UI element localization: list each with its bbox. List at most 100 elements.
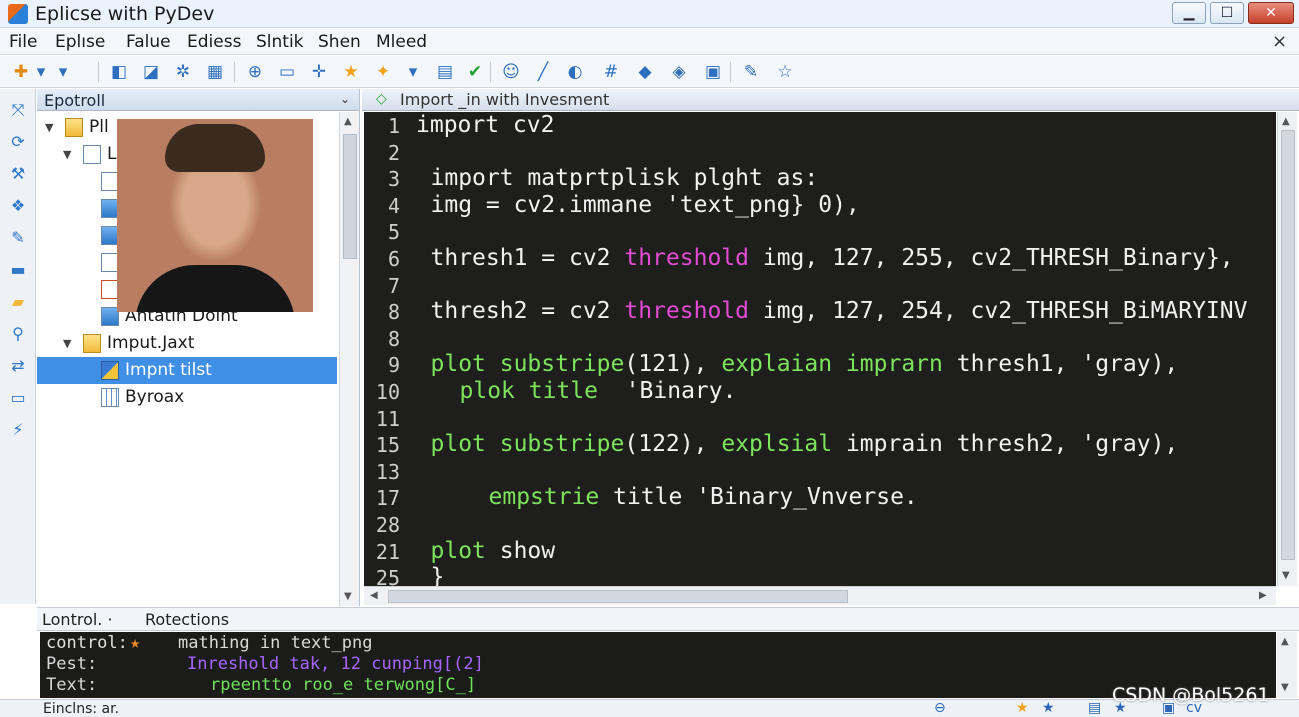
code-line[interactable]: } <box>431 564 445 586</box>
code-editor[interactable]: 1 2 3 4 5 6 7 8 8 9 10 11 15 13 17 28 21 25 import cv2 imp… <box>364 112 1276 586</box>
editor-vscroll-thumb[interactable] <box>1281 130 1295 560</box>
folder-icon <box>83 334 101 353</box>
folder-icon[interactable]: ▰ <box>7 291 29 313</box>
scroll-right-icon[interactable]: ▶ <box>1259 590 1267 601</box>
monitor-icon[interactable]: ▬ <box>7 259 29 281</box>
table-icon[interactable]: ▦ <box>204 61 226 83</box>
code-line[interactable]: thresh1 = cv2 threshold img, 127, 255, c… <box>431 245 1234 271</box>
console-text: Inreshold tak, 12 cunping[(2] <box>187 654 484 674</box>
tree-item-label: Pll <box>89 117 109 137</box>
code-line[interactable]: plot substripe(122), explsial imprain th… <box>431 431 1179 457</box>
menu-file[interactable]: File <box>9 32 37 52</box>
tab-rotections[interactable]: Rotections <box>145 610 229 629</box>
menu-mleed[interactable]: Mleed <box>376 32 427 52</box>
document-icon[interactable]: ▤ <box>1088 700 1101 716</box>
module-icon[interactable]: ◧ <box>108 61 130 83</box>
box-icon[interactable]: ◈ <box>668 61 690 83</box>
star-outline-icon[interactable]: ☆ <box>774 61 796 83</box>
minimize-button[interactable]: ▁ <box>1172 2 1206 24</box>
chevron-down-icon[interactable]: ▾ <box>402 61 424 83</box>
scroll-down-icon[interactable]: ▼ <box>1282 570 1290 581</box>
console-scrollbar[interactable]: ▲ ▼ <box>1277 632 1297 698</box>
tools-icon[interactable]: ⚒ <box>7 163 29 185</box>
code-line[interactable]: img = cv2.immane 'text_png} 0), <box>431 192 860 218</box>
close-window-button[interactable]: ✕ <box>1248 2 1294 24</box>
scroll-left-icon[interactable]: ◀ <box>370 590 378 601</box>
editor-horizontal-scrollbar[interactable]: ◀ ▶ <box>364 586 1276 605</box>
explorer-header: Epotroll ⌄ <box>37 89 359 111</box>
document-icon[interactable]: ▤ <box>434 61 456 83</box>
tree-item[interactable]: Byroax <box>37 384 337 411</box>
toolbar-separator <box>730 62 731 82</box>
star-icon: ★ <box>130 633 141 653</box>
code-line[interactable]: plok title 'Binary. <box>460 378 737 404</box>
window-icon[interactable]: ▣ <box>702 61 724 83</box>
pin-icon[interactable]: ⚡ <box>7 419 29 441</box>
smile-icon[interactable]: ☺ <box>500 61 522 83</box>
star-icon[interactable]: ★ <box>1016 700 1029 716</box>
code-area[interactable]: import cv2 import matprtplisk plght as: im… <box>364 112 1276 586</box>
cube-icon[interactable]: ❖ <box>7 195 29 217</box>
code-line[interactable]: plot substripe(121), explaian imprarn th… <box>431 351 1179 377</box>
search-icon[interactable]: ⚲ <box>7 323 29 345</box>
close-editor-icon[interactable]: × <box>1272 31 1287 52</box>
plus-icon[interactable]: ✚ <box>10 61 32 83</box>
hash-icon[interactable]: # <box>600 61 622 83</box>
window-icon[interactable]: ▭ <box>7 387 29 409</box>
scroll-up-icon[interactable]: ▲ <box>1282 116 1290 127</box>
editor-vertical-scrollbar[interactable]: ▲ ▼ <box>1277 112 1297 586</box>
bottom-tab-bar: Lontrol. · Rotections <box>37 607 1299 631</box>
code-line[interactable]: import matprtplisk plght as: <box>431 165 819 191</box>
chevron-down-icon[interactable]: ▾ <box>30 61 52 83</box>
menu-eclipse[interactable]: Eplıse <box>55 32 105 52</box>
code-line[interactable]: import cv2 <box>416 112 554 138</box>
expand-chevron-icon[interactable]: ▼ <box>63 330 71 357</box>
menu-bar: File Eplıse Falue Ediess Slntik Shen Mle… <box>0 29 1299 55</box>
scroll-down-icon[interactable]: ▼ <box>1281 682 1289 693</box>
maximize-button[interactable]: ☐ <box>1210 2 1244 24</box>
tab-control[interactable]: Lontrol. · <box>42 610 113 629</box>
code-line[interactable]: empstrie title 'Binary_Vnverse. <box>489 484 918 510</box>
share-icon[interactable]: ⇄ <box>7 355 29 377</box>
star-icon[interactable]: ★ <box>1042 700 1055 716</box>
tree-item[interactable]: Impnt tilst <box>37 357 337 384</box>
panel-icon[interactable]: ▭ <box>276 61 298 83</box>
package-icon[interactable]: ◆ <box>634 61 656 83</box>
status-bar: Einclns: ar. ⊖ ★ ★ ▤ ★ ▣ cv <box>0 699 1299 717</box>
scroll-up-icon[interactable]: ▲ <box>1281 636 1289 647</box>
hierarchy-icon[interactable]: ⤧ <box>7 99 29 121</box>
pen-icon[interactable]: ╱ <box>532 61 554 83</box>
person-photo <box>117 119 313 312</box>
photo-shirt <box>135 265 295 312</box>
toolbar-separator <box>234 62 235 82</box>
refresh-icon[interactable]: ◐ <box>564 61 586 83</box>
menu-ediess[interactable]: Ediess <box>187 32 241 52</box>
star-icon[interactable]: ★ <box>340 61 362 83</box>
gear-icon[interactable]: ✲ <box>172 61 194 83</box>
grid-icon[interactable]: ◪ <box>140 61 162 83</box>
sync-icon[interactable]: ⟳ <box>7 131 29 153</box>
scroll-up-icon[interactable]: ▲ <box>344 116 352 127</box>
menu-shen[interactable]: Shen <box>318 32 361 52</box>
chevron-down-icon[interactable]: ▾ <box>52 61 74 83</box>
star-icon[interactable]: ✦ <box>372 61 394 83</box>
check-icon[interactable]: ✔ <box>464 61 486 83</box>
wrench-icon[interactable]: ✎ <box>7 227 29 249</box>
explorer-scrollbar[interactable]: ▲ ▼ <box>339 112 359 606</box>
scroll-down-icon[interactable]: ▼ <box>344 591 352 602</box>
paperclip-icon[interactable]: ✎ <box>740 61 762 83</box>
plus-cross-icon[interactable]: ✛ <box>308 61 330 83</box>
view-menu-icon[interactable]: ⌄ <box>340 92 350 106</box>
code-line[interactable]: thresh2 = cv2 threshold img, 127, 254, c… <box>431 298 1248 324</box>
zoom-out-icon[interactable]: ⊖ <box>934 700 946 716</box>
menu-slntik[interactable]: Slntik <box>256 32 304 52</box>
editor-tab-label[interactable]: Import _in with Invesment <box>400 90 609 109</box>
menu-falue[interactable]: Falue <box>126 32 171 52</box>
tree-item[interactable]: ▼ Imput.Jaxt <box>37 330 337 357</box>
code-line[interactable]: plot show <box>431 538 556 564</box>
explorer-scroll-thumb[interactable] <box>343 134 357 259</box>
expand-chevron-icon[interactable]: ▼ <box>45 114 53 141</box>
expand-chevron-icon[interactable]: ▼ <box>63 141 71 168</box>
editor-hscroll-thumb[interactable] <box>388 590 848 603</box>
crosshair-icon[interactable]: ⊕ <box>244 61 266 83</box>
